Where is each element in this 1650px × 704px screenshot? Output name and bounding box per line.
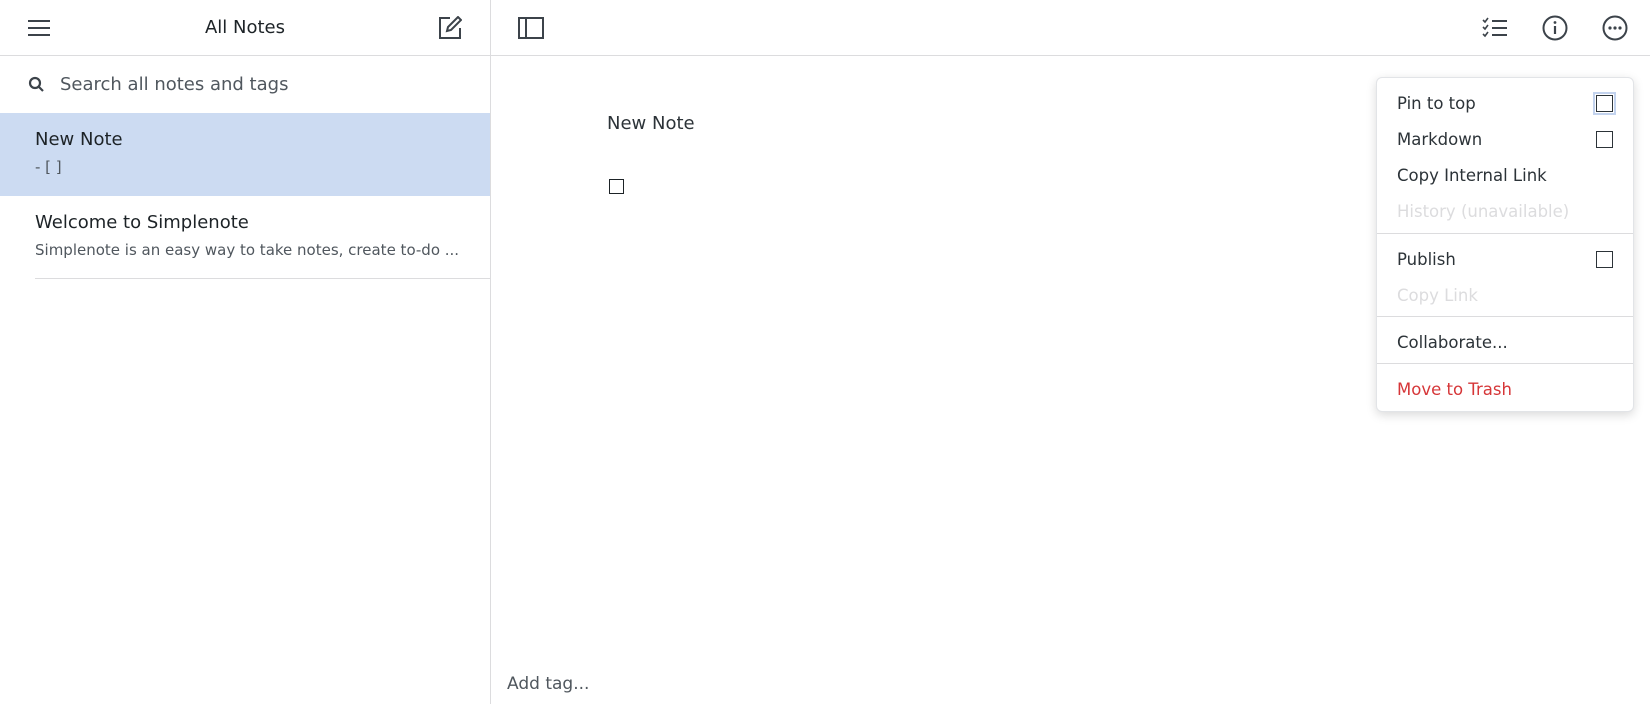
menu-item-label: Copy Link: [1397, 285, 1478, 305]
divider: [1377, 233, 1633, 234]
divider: [1377, 363, 1633, 364]
menu-item-copy-link: Copy Link: [1397, 280, 1613, 310]
note-list-item[interactable]: New Note - [ ]: [0, 113, 490, 196]
menu-item-move-to-trash[interactable]: Move to Trash: [1397, 374, 1613, 404]
menu-item-history: History (unavailable): [1397, 196, 1613, 226]
note-actions-menu: Pin to top Markdown Copy Internal Link H…: [1376, 77, 1634, 412]
divider: [35, 278, 490, 279]
note-list-sidebar: All Notes Search all notes and tags New …: [0, 0, 491, 704]
task-checkbox[interactable]: [609, 179, 624, 194]
info-icon[interactable]: [1541, 14, 1569, 42]
menu-item-label: Pin to top: [1397, 93, 1476, 113]
note-preview: - [ ]: [35, 158, 62, 176]
menu-item-label: Publish: [1397, 249, 1456, 269]
add-tag-input[interactable]: Add tag...: [507, 674, 589, 694]
page-title: All Notes: [204, 17, 286, 38]
menu-item-label: History (unavailable): [1397, 201, 1570, 221]
publish-checkbox[interactable]: [1596, 250, 1613, 268]
pin-checkbox[interactable]: [1593, 91, 1616, 115]
note-preview: Simplenote is an easy way to take notes,…: [35, 241, 460, 259]
search-icon: [28, 76, 44, 92]
note-list-item[interactable]: Welcome to Simplenote Simplenote is an e…: [0, 196, 490, 279]
menu-item-copy-internal-link[interactable]: Copy Internal Link: [1397, 160, 1613, 190]
toggle-sidebar-icon[interactable]: [517, 15, 545, 41]
note-title: Welcome to Simplenote: [35, 212, 249, 233]
editor-note-title[interactable]: New Note: [607, 113, 695, 134]
new-note-icon[interactable]: [437, 15, 463, 41]
menu-item-markdown[interactable]: Markdown: [1397, 124, 1613, 154]
menu-item-pin-to-top[interactable]: Pin to top: [1397, 88, 1616, 118]
menu-item-label: Move to Trash: [1397, 379, 1512, 399]
menu-item-publish[interactable]: Publish: [1397, 244, 1613, 274]
sidebar-header: All Notes: [0, 0, 490, 56]
search-placeholder: Search all notes and tags: [60, 74, 289, 95]
menu-item-label: Collaborate...: [1397, 332, 1508, 352]
search-input[interactable]: Search all notes and tags: [0, 56, 490, 113]
menu-item-label: Markdown: [1397, 129, 1483, 149]
divider: [1377, 316, 1633, 317]
menu-item-label: Copy Internal Link: [1397, 165, 1547, 185]
menu-item-collaborate[interactable]: Collaborate...: [1397, 327, 1613, 357]
editor-toolbar: [491, 0, 1650, 56]
markdown-checkbox[interactable]: [1596, 130, 1613, 148]
note-title: New Note: [35, 129, 123, 150]
more-actions-icon[interactable]: [1601, 14, 1629, 42]
checklist-icon[interactable]: [1481, 15, 1509, 41]
